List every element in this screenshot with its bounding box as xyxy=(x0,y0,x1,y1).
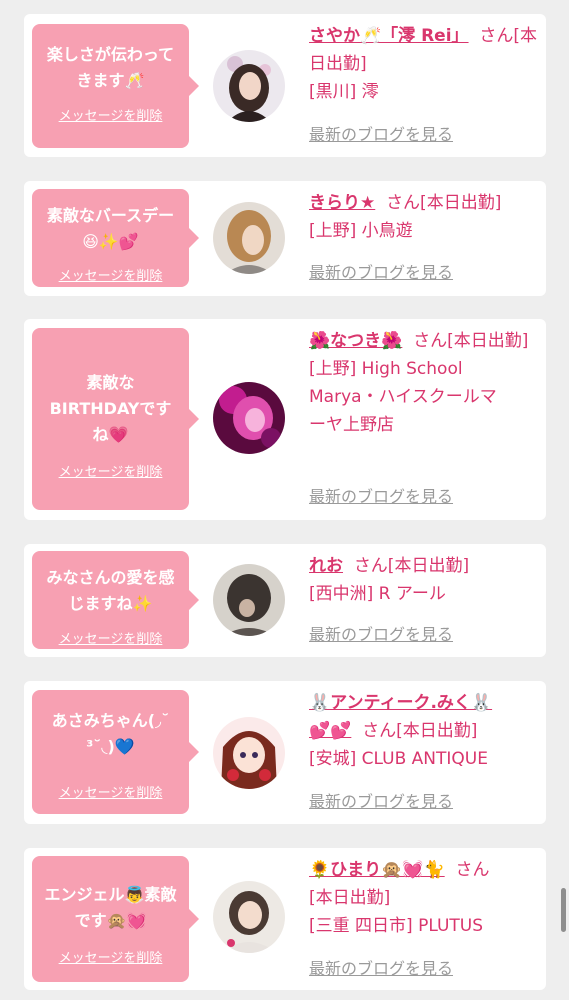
cast-status: さん[本日出勤] xyxy=(413,331,529,351)
avatar[interactable] xyxy=(213,382,285,454)
cast-info: さやか🥂「澪 Rei」 さん[本日出勤] [黒川] 澪 xyxy=(309,22,541,106)
cast-info: 🌻ひまり🙊💓🐈 さん [本日出勤] [三重 四日市] PLUTUS xyxy=(309,856,541,940)
message-list: 楽しさが伝わって きます🥂 メッセージを削除 さやか🥂「澪 Rei」 さん[本日… xyxy=(0,0,569,1000)
message-card: エンジェル👼素敵 です🙊💓 メッセージを削除 🌻ひまり🙊💓🐈 さん [本日出勤]… xyxy=(24,848,546,990)
delete-message-link[interactable]: メッセージを削除 xyxy=(32,950,189,968)
message-bubble: みなさんの愛を感 じますね✨ メッセージを削除 xyxy=(32,551,199,649)
cast-name-link-continued[interactable]: 💕💕 xyxy=(309,721,351,741)
cast-info: 🐰アンティーク.みく🐰 💕💕 さん[本日出勤] [安城] CLUB ANTIQU… xyxy=(309,689,541,773)
cast-name-link[interactable]: れお xyxy=(309,556,343,576)
message-text: 素敵なバースデー 😆✨💕 xyxy=(38,203,183,255)
avatar[interactable] xyxy=(213,717,285,789)
shop-name: [黒川] 澪 xyxy=(309,82,379,102)
delete-message-link[interactable]: メッセージを削除 xyxy=(32,464,189,482)
message-text: あさみちゃん(◞˘ ³˘◟)💙 xyxy=(38,708,183,760)
latest-blog-link[interactable]: 最新のブログを見る xyxy=(309,486,453,508)
cast-info: 🌺なつき🌺 さん[本日出勤] [上野] High School Marya・ハイ… xyxy=(309,327,541,439)
shop-name: [西中洲] R アール xyxy=(309,584,446,604)
message-card: 素敵な BIRTHDAYです ね💗 メッセージを削除 🌺なつき🌺 さん[本日出勤… xyxy=(24,319,546,520)
message-line: きます🥂 xyxy=(76,71,145,90)
avatar-image xyxy=(213,564,285,636)
message-line: エンジェル👼素敵 xyxy=(44,885,177,904)
cast-name-link[interactable]: 🌺なつき🌺 xyxy=(309,331,402,351)
latest-blog-link[interactable]: 最新のブログを見る xyxy=(309,262,453,284)
delete-message-link[interactable]: メッセージを削除 xyxy=(32,108,189,126)
message-line: 素敵なバースデー xyxy=(46,206,175,225)
avatar-image xyxy=(213,881,285,953)
avatar[interactable] xyxy=(213,50,285,122)
message-text: 楽しさが伝わって きます🥂 xyxy=(38,42,183,94)
delete-message-link[interactable]: メッセージを削除 xyxy=(32,268,189,286)
latest-blog-link[interactable]: 最新のブログを見る xyxy=(309,124,453,146)
avatar-image xyxy=(213,717,285,789)
shop-name-line: ーヤ上野店 xyxy=(309,415,394,435)
cast-name-link[interactable]: さやか🥂「澪 Rei」 xyxy=(309,26,469,46)
message-line: ね💗 xyxy=(92,425,129,444)
message-text: みなさんの愛を感 じますね✨ xyxy=(38,565,183,617)
message-line: 😆✨💕 xyxy=(82,232,139,251)
cast-name-link[interactable]: 🌻ひまり🙊💓🐈 xyxy=(309,860,445,880)
cast-name-link[interactable]: きらり★ xyxy=(309,193,375,213)
message-line: 素敵な xyxy=(86,373,135,392)
shop-name: [上野] 小鳥遊 xyxy=(309,221,413,241)
scrollbar[interactable] xyxy=(561,888,566,932)
cast-status: さん[本日出勤] xyxy=(353,556,470,576)
avatar-image xyxy=(213,202,285,274)
shop-name-line: Marya・ハイスクールマ xyxy=(309,387,497,407)
avatar[interactable] xyxy=(213,564,285,636)
message-line: じますね✨ xyxy=(68,594,153,613)
message-line: です🙊💓 xyxy=(74,911,147,930)
message-card: 素敵なバースデー 😆✨💕 メッセージを削除 きらり★ さん[本日出勤] [上野]… xyxy=(24,181,546,296)
message-line: ³˘◟)💙 xyxy=(86,737,135,756)
message-text: エンジェル👼素敵 です🙊💓 xyxy=(38,882,183,934)
message-line: あさみちゃん(◞˘ xyxy=(51,711,170,730)
delete-message-link[interactable]: メッセージを削除 xyxy=(32,785,189,803)
message-bubble: 素敵なバースデー 😆✨💕 メッセージを削除 xyxy=(32,189,199,287)
cast-info: きらり★ さん[本日出勤] [上野] 小鳥遊 xyxy=(309,189,541,245)
avatar[interactable] xyxy=(213,202,285,274)
cast-status: さん xyxy=(455,860,490,880)
cast-info: れお さん[本日出勤] [西中洲] R アール xyxy=(309,552,541,608)
message-text: 素敵な BIRTHDAYです ね💗 xyxy=(38,370,183,448)
message-bubble: あさみちゃん(◞˘ ³˘◟)💙 メッセージを削除 xyxy=(32,690,199,814)
latest-blog-link[interactable]: 最新のブログを見る xyxy=(309,791,453,813)
message-card: みなさんの愛を感 じますね✨ メッセージを削除 れお さん[本日出勤] [西中洲… xyxy=(24,544,546,657)
message-bubble: 楽しさが伝わって きます🥂 メッセージを削除 xyxy=(32,24,199,148)
cast-status: さん[本日出勤] xyxy=(386,193,502,213)
cast-name-link[interactable]: 🐰アンティーク.みく🐰 xyxy=(309,693,492,713)
avatar[interactable] xyxy=(213,881,285,953)
shop-name-line: [上野] High School xyxy=(309,359,463,379)
shop-name: [安城] CLUB ANTIQUE xyxy=(309,749,488,769)
message-card: 楽しさが伝わって きます🥂 メッセージを削除 さやか🥂「澪 Rei」 さん[本日… xyxy=(24,14,546,157)
message-bubble: 素敵な BIRTHDAYです ね💗 メッセージを削除 xyxy=(32,328,199,510)
delete-message-link[interactable]: メッセージを削除 xyxy=(32,631,189,649)
cast-status-continued: [本日出勤] xyxy=(309,888,391,908)
message-card: あさみちゃん(◞˘ ³˘◟)💙 メッセージを削除 🐰アンティーク.みく🐰 💕💕 xyxy=(24,681,546,824)
avatar-image xyxy=(213,50,285,122)
message-line: みなさんの愛を感 xyxy=(46,568,175,587)
avatar-image xyxy=(213,382,285,454)
message-bubble: エンジェル👼素敵 です🙊💓 メッセージを削除 xyxy=(32,856,199,982)
latest-blog-link[interactable]: 最新のブログを見る xyxy=(309,958,453,980)
cast-status: さん[本日出勤] xyxy=(362,721,478,741)
message-line: 楽しさが伝わって xyxy=(46,45,175,64)
message-line: BIRTHDAYです xyxy=(49,399,172,418)
latest-blog-link[interactable]: 最新のブログを見る xyxy=(309,624,453,646)
shop-name: [三重 四日市] PLUTUS xyxy=(309,916,484,936)
